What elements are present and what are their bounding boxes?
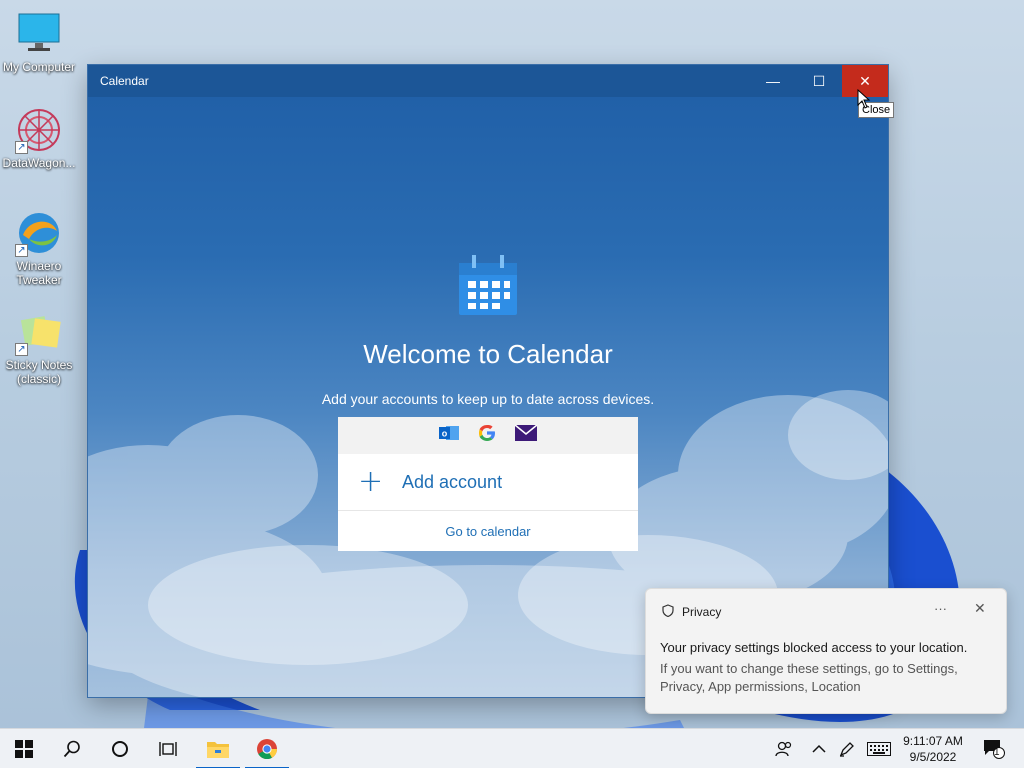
plus-icon: + [358,464,384,499]
notification-count-badge: 1 [994,747,1000,758]
shortcut-arrow-icon: ↗ [15,343,28,356]
window-title: Calendar [100,74,149,88]
outlook-icon: o [439,424,459,447]
notification-close-button[interactable]: ✕ [974,600,986,617]
notification-message: Your privacy settings blocked access to … [660,640,968,655]
chrome-button[interactable] [243,729,291,768]
cortana-button[interactable] [96,729,144,768]
action-center-button[interactable]: 1 [978,729,1010,768]
calendar-app-icon [459,255,517,320]
google-icon [477,423,497,448]
provider-strip: o [338,417,638,454]
welcome-heading: Welcome to Calendar [363,339,613,369]
keyboard-icon [867,742,891,756]
file-explorer-button[interactable] [194,729,242,768]
shield-icon [662,604,674,620]
shortcut-arrow-icon: ↗ [15,141,28,154]
mouse-cursor-icon [857,89,871,109]
privacy-notification[interactable]: Privacy ··· ✕ Your privacy settings bloc… [645,588,1007,714]
windows-logo-icon [15,740,33,758]
welcome-subtitle: Add your accounts to keep up to date acr… [321,391,655,407]
desktop-icon-sticky-notes[interactable]: ↗ Sticky Notes (classic) [0,308,78,386]
more-options-icon[interactable]: ··· [934,601,947,616]
desktop-icon-my-computer[interactable]: My Computer [0,10,78,74]
clock[interactable]: 9:11:07 AM 9/5/2022 [898,733,968,765]
desktop-icon-label: My Computer [2,60,76,74]
cortana-icon [112,741,128,757]
shortcut-arrow-icon: ↗ [15,244,28,257]
winaero-tweaker-icon: ↗ [15,209,63,257]
account-card: o + Add account Go to calendar [338,417,638,551]
notification-app-name: Privacy [682,605,722,619]
search-button[interactable] [48,729,96,768]
touch-keyboard-button[interactable] [864,729,894,768]
desktop-icon-datawagon[interactable]: ↗ DataWagon... [0,106,78,170]
show-hidden-icons-button[interactable] [806,729,832,768]
taskbar: 9:11:07 AM 9/5/2022 1 [0,728,1024,768]
search-icon [63,740,80,758]
sticky-notes-icon: ↗ [15,308,63,356]
pen-icon [839,742,854,757]
start-button[interactable] [0,729,48,768]
desktop-icon-label: Sticky Notes (classic) [5,358,73,386]
maximize-button[interactable]: ☐ [796,65,842,97]
chrome-icon [257,739,278,760]
minimize-button[interactable]: — [750,65,796,97]
clock-time: 9:11:07 AM [903,734,963,748]
add-account-label: Add account [402,471,503,492]
monitor-icon [15,10,63,58]
notification-detail: If you want to change these settings, go… [660,661,958,694]
pen-workspace-button[interactable] [834,729,860,768]
task-view-button[interactable] [144,729,192,768]
chevron-up-icon [812,744,826,753]
people-icon [775,741,792,757]
window-titlebar[interactable]: Calendar — ☐ ✕ [88,65,888,97]
notification-header: Privacy [662,604,721,620]
datawagon-icon: ↗ [15,106,63,154]
task-view-icon [159,742,177,756]
desktop-icon-label: Winaero Tweaker [16,259,62,287]
desktop-icon-winaero-tweaker[interactable]: ↗ Winaero Tweaker [0,209,78,287]
people-button[interactable] [770,729,798,768]
mail-icon [514,424,538,446]
svg-text:o: o [442,429,448,439]
add-account-button[interactable]: + Add account [338,454,638,511]
desktop-icon-label: DataWagon... [2,156,76,170]
folder-icon [207,742,229,758]
clock-date: 9/5/2022 [909,750,957,764]
go-to-calendar-link[interactable]: Go to calendar [338,511,638,551]
